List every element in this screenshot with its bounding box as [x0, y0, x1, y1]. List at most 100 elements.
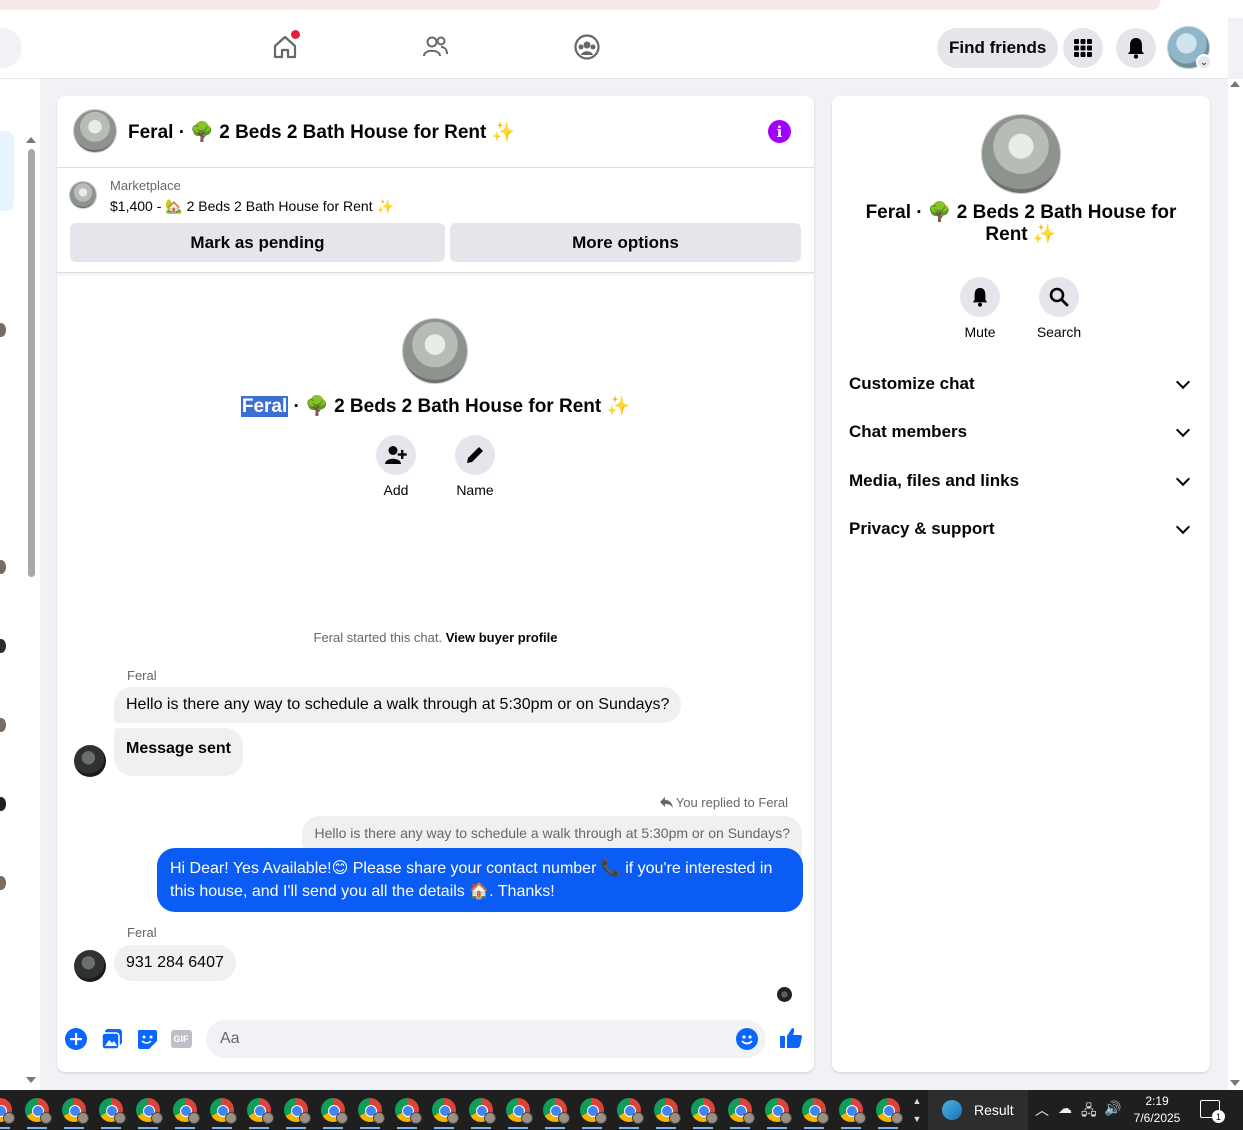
thumbs-up-icon[interactable]: [779, 1026, 803, 1050]
chrome-profile-icon[interactable]: [654, 1098, 681, 1129]
profile-avatar[interactable]: ⌄: [1167, 26, 1212, 70]
chat-members-section[interactable]: Chat members: [849, 414, 1194, 450]
customize-chat-section[interactable]: Customize chat: [849, 366, 1194, 402]
onedrive-icon[interactable]: ☁: [1058, 1100, 1072, 1117]
chrome-profile-icon[interactable]: [62, 1098, 89, 1129]
search-box[interactable]: [0, 28, 22, 68]
chrome-profile-icon[interactable]: [469, 1098, 496, 1129]
result-app-button[interactable]: Result: [928, 1090, 1028, 1130]
taskbar-scroll-arrows[interactable]: ▲ ▼: [911, 1092, 923, 1128]
scroll-up-icon[interactable]: [1230, 81, 1240, 87]
message-input-box[interactable]: [206, 1020, 766, 1058]
sender-avatar[interactable]: [74, 950, 106, 982]
system-clock[interactable]: 2:19 7/6/2025: [1127, 1093, 1187, 1127]
action-center-icon[interactable]: 1: [1200, 1100, 1225, 1123]
chrome-profile-icon[interactable]: [543, 1098, 570, 1129]
info-icon[interactable]: i: [768, 120, 791, 143]
chrome-profile-icon[interactable]: [802, 1098, 829, 1129]
chrome-profile-icon[interactable]: [876, 1098, 903, 1129]
sender-avatar[interactable]: [74, 745, 106, 777]
chrome-profile-icon[interactable]: [99, 1098, 126, 1129]
page-scrollbar[interactable]: [1228, 79, 1243, 1090]
chrome-profile-icon[interactable]: [247, 1098, 274, 1129]
notifications-bell-icon[interactable]: [1116, 28, 1156, 68]
network-icon[interactable]: 🖧: [1081, 1100, 1097, 1124]
chat-list-avatar[interactable]: [0, 560, 6, 574]
privacy-support-section[interactable]: Privacy & support: [849, 511, 1194, 547]
scroll-up-icon[interactable]: [26, 137, 36, 143]
incoming-message[interactable]: Message sent: [114, 728, 243, 776]
sticker-icon[interactable]: [136, 1028, 158, 1050]
mark-as-pending-button[interactable]: Mark as pending: [70, 223, 445, 262]
view-buyer-profile-link[interactable]: View buyer profile: [446, 630, 558, 645]
scroll-down-icon[interactable]: [1230, 1080, 1240, 1086]
volume-icon[interactable]: 🔊: [1104, 1100, 1121, 1117]
scroll-down-icon[interactable]: [26, 1077, 36, 1083]
chrome-profile-icon[interactable]: [321, 1098, 348, 1129]
chrome-profile-icon[interactable]: [580, 1098, 607, 1129]
incoming-message[interactable]: 931 284 6407: [114, 945, 236, 981]
listing-title[interactable]: $1,400 - 🏡 2 Beds 2 Bath House for Rent …: [110, 198, 394, 215]
profile-badge: [40, 1112, 52, 1124]
chrome-profile-icon[interactable]: [839, 1098, 866, 1129]
chat-list-avatar[interactable]: [0, 718, 6, 732]
chrome-profile-icon[interactable]: [25, 1098, 52, 1129]
chat-list-avatar[interactable]: [0, 876, 6, 890]
groups-icon[interactable]: [572, 32, 602, 62]
profile-badge: [77, 1112, 89, 1124]
emoji-icon[interactable]: [736, 1028, 758, 1050]
active-indicator: [323, 1127, 343, 1129]
selected-chat-highlight[interactable]: [0, 131, 14, 211]
chrome-profile-icon[interactable]: [284, 1098, 311, 1129]
find-friends-button[interactable]: Find friends: [937, 28, 1059, 68]
chat-list-avatar[interactable]: [0, 323, 6, 337]
profile-badge: [595, 1112, 607, 1124]
bell-icon: [972, 288, 988, 307]
add-people-button[interactable]: Add: [356, 435, 436, 498]
plus-circle-icon[interactable]: [65, 1028, 87, 1050]
profile-badge: [817, 1112, 829, 1124]
menu-grid-icon[interactable]: [1063, 28, 1103, 68]
chat-avatar[interactable]: [73, 109, 117, 153]
media-files-links-section[interactable]: Media, files and links: [849, 463, 1194, 499]
details-avatar[interactable]: [981, 114, 1061, 194]
chrome-profile-icon[interactable]: [395, 1098, 422, 1129]
outgoing-message[interactable]: Hi Dear! Yes Available!😊 Please share yo…: [157, 848, 803, 912]
chat-list-avatar[interactable]: [0, 797, 6, 811]
home-icon[interactable]: [270, 30, 300, 62]
incoming-message[interactable]: Hello is there any way to schedule a wal…: [114, 687, 682, 723]
active-indicator: [64, 1127, 84, 1129]
chat-details-panel: Feral · 🌳 2 Beds 2 Bath House for Rent ✨…: [832, 96, 1210, 1072]
chrome-profile-icon[interactable]: [506, 1098, 533, 1129]
chrome-profile-icon[interactable]: [432, 1098, 459, 1129]
photo-icon[interactable]: [101, 1028, 123, 1050]
chat-title[interactable]: Feral · 🌳 2 Beds 2 Bath House for Rent ✨: [128, 120, 515, 144]
listing-thumbnail[interactable]: [69, 181, 97, 209]
active-indicator: [249, 1127, 269, 1129]
chat-list-avatar[interactable]: [0, 639, 6, 653]
sender-name: Feral: [127, 668, 157, 683]
chrome-profile-icon[interactable]: [136, 1098, 163, 1129]
browser-tab-strip: [0, 0, 1243, 18]
friends-icon[interactable]: [420, 32, 450, 62]
chat-list-scrollbar[interactable]: [26, 135, 37, 1085]
details-title: Feral · 🌳 2 Beds 2 Bath House for Rent ✨: [865, 202, 1177, 245]
message-input[interactable]: [206, 1020, 766, 1058]
chrome-profile-icon[interactable]: [358, 1098, 385, 1129]
tray-chevron-up-icon[interactable]: ︿: [1035, 1100, 1049, 1120]
gif-icon[interactable]: GIF: [170, 1028, 192, 1050]
edit-name-button[interactable]: Name: [435, 435, 515, 498]
chrome-profile-icon[interactable]: [691, 1098, 718, 1129]
mute-button[interactable]: Mute: [940, 277, 1020, 340]
chrome-profile-icon[interactable]: [728, 1098, 755, 1129]
chrome-profile-icon[interactable]: [765, 1098, 792, 1129]
chrome-profile-icon[interactable]: [173, 1098, 200, 1129]
chrome-profile-icon[interactable]: [210, 1098, 237, 1129]
chrome-profile-icon[interactable]: [617, 1098, 644, 1129]
search-in-conversation-button[interactable]: Search: [1019, 277, 1099, 340]
active-indicator: [656, 1127, 676, 1129]
sender-name: Feral: [127, 925, 157, 940]
more-options-button[interactable]: More options: [450, 223, 801, 262]
chrome-profile-icon[interactable]: [0, 1098, 15, 1129]
scrollbar-thumb[interactable]: [28, 149, 35, 577]
